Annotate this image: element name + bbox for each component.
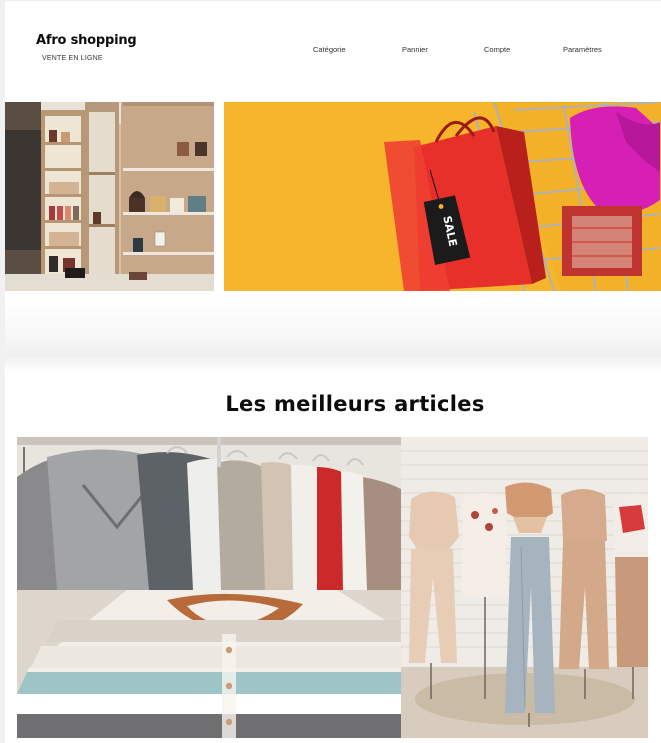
section-title-best-articles: Les meilleurs articles [225, 392, 485, 416]
boutique-shelves-illustration [5, 102, 214, 291]
mannequins-boutique-illustration [401, 437, 648, 738]
sweaters-rack-illustration [17, 437, 401, 590]
main-nav: Catégorie Pannier Compte Paramètres [5, 45, 661, 57]
sale-cart-illustration: SALE [224, 102, 661, 291]
article-image-cardigan[interactable] [17, 590, 401, 738]
nav-item-compte[interactable]: Compte [484, 45, 510, 54]
article-image-sweaters[interactable] [17, 437, 401, 590]
article-image-mannequins[interactable] [401, 437, 648, 738]
nav-item-categorie[interactable]: Catégorie [313, 45, 346, 54]
site-header: Afro shopping VENTE EN LIGNE Catégorie P… [5, 0, 661, 102]
hero-image-sale: SALE [224, 102, 661, 291]
nav-item-parametres[interactable]: Paramètres [563, 45, 602, 54]
nav-item-pannier[interactable]: Pannier [402, 45, 428, 54]
hero-image-boutique [5, 102, 214, 291]
section-divider-shadow [5, 300, 661, 372]
striped-cardigan-illustration [17, 590, 401, 738]
